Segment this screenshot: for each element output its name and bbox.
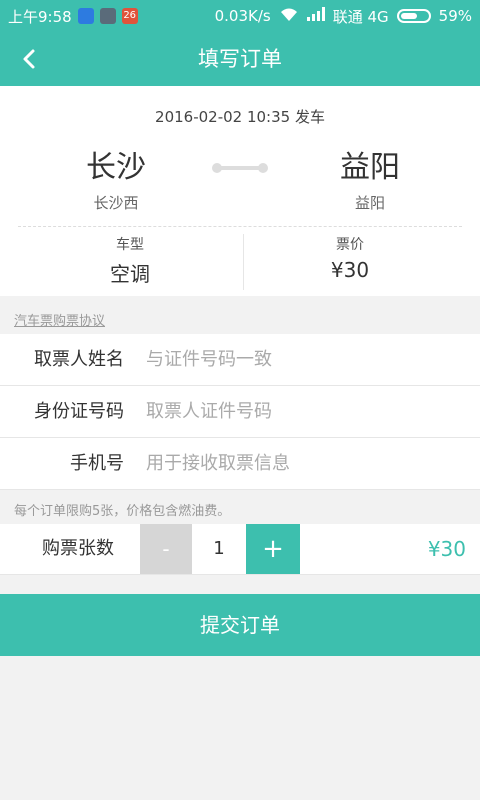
name-row: 取票人姓名 <box>0 334 480 386</box>
origin-station: 长沙西 <box>93 194 139 212</box>
quantity-value: 1 <box>213 538 225 559</box>
carrier-label: 联通 4G <box>332 7 389 26</box>
signal-icon <box>306 7 325 25</box>
battery-icon <box>396 9 431 23</box>
quantity-label: 购票张数 <box>42 538 114 559</box>
purchase-limit-note: 每个订单限购5张，价格包含燃油费。 <box>14 504 231 519</box>
increase-button[interactable]: + <box>246 524 300 574</box>
passenger-form: 取票人姓名 身份证号码 手机号 <box>0 334 480 490</box>
phone-input[interactable] <box>146 438 446 489</box>
origin-city: 长沙 <box>86 150 146 185</box>
departure-time: 2016-02-02 10:35 发车 <box>155 108 325 126</box>
quantity-row: 购票张数 - 1 + ¥30 <box>0 524 480 575</box>
phone-row: 手机号 <box>0 438 480 490</box>
destination: 益阳 益阳 <box>270 142 470 213</box>
decrease-button[interactable]: - <box>140 524 192 574</box>
submit-order-button[interactable]: 提交订单 <box>0 594 480 656</box>
price-label: 票价 <box>336 237 364 253</box>
vehicle-type: 车型 空调 <box>10 234 250 287</box>
id-label: 身份证号码 <box>34 401 124 422</box>
total-price: ¥30 <box>427 537 466 561</box>
ticket-price: 票价 ¥30 <box>230 234 470 282</box>
vehicle-label: 车型 <box>116 237 144 253</box>
destination-city: 益阳 <box>340 150 400 185</box>
name-input[interactable] <box>146 334 446 385</box>
shield-icon <box>77 8 94 24</box>
price-value: ¥30 <box>330 258 370 282</box>
page-title: 填写订单 <box>198 47 282 71</box>
status-time: 上午9:58 <box>8 7 72 26</box>
notification-badge: 26 <box>121 8 138 24</box>
app-bar: 填写订单 <box>0 32 480 86</box>
network-speed: 0.03K/s <box>214 7 271 25</box>
name-label: 取票人姓名 <box>34 349 124 370</box>
destination-station: 益阳 <box>354 194 385 212</box>
wifi-icon <box>279 6 299 26</box>
trip-card: 2016-02-02 10:35 发车 长沙 长沙西 益阳 益阳 车型 空调 票… <box>0 86 480 296</box>
id-number-input[interactable] <box>146 386 446 437</box>
battery-percent: 59% <box>438 7 472 25</box>
divider <box>18 226 462 227</box>
status-bar: 上午9:58 26 0.03K/s 联通 4G 59% <box>0 0 480 32</box>
route-connector-icon <box>212 163 268 173</box>
id-row: 身份证号码 <box>0 386 480 438</box>
vehicle-value: 空调 <box>110 262 150 286</box>
origin: 长沙 长沙西 <box>16 142 216 213</box>
phone-label: 手机号 <box>70 453 124 474</box>
agreement-link[interactable]: 汽车票购票协议 <box>14 310 105 329</box>
app-icon <box>99 8 116 24</box>
